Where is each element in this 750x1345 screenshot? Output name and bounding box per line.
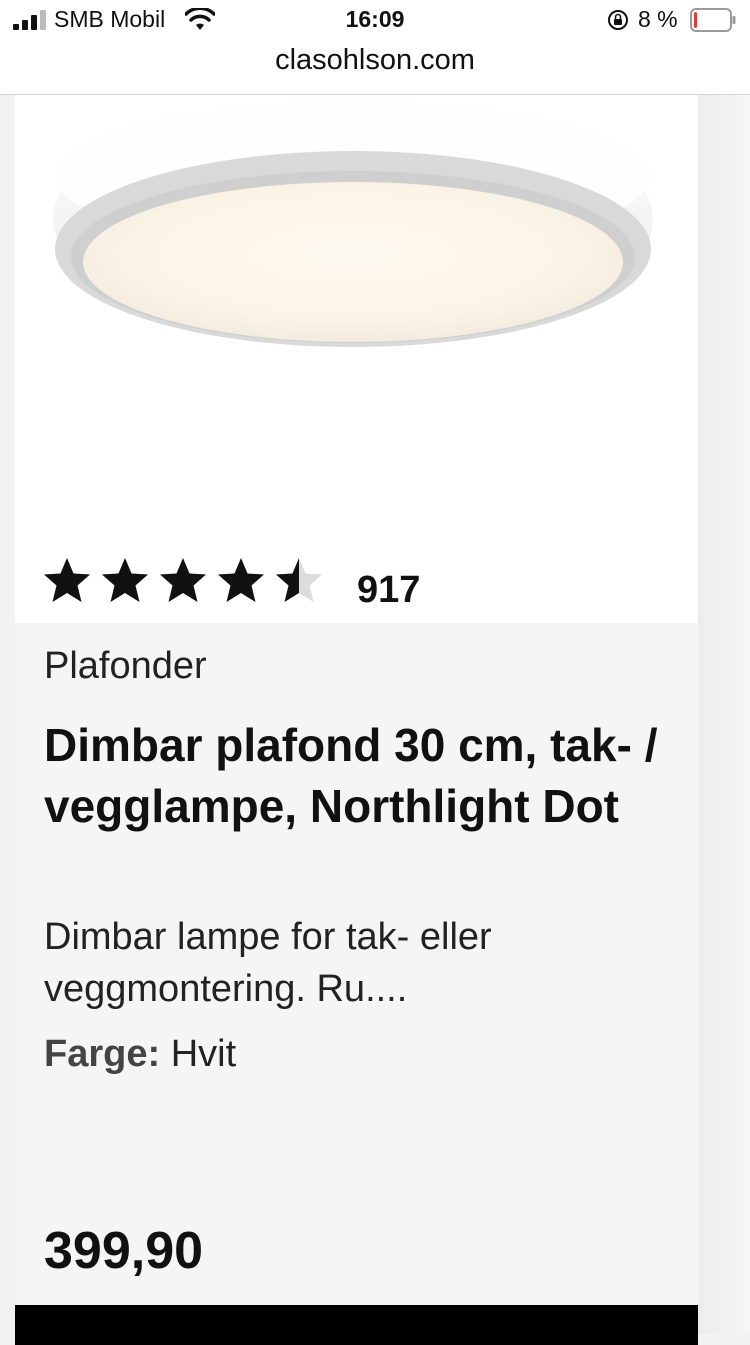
product-description: Dimbar lampe for tak- eller veggmonterin… bbox=[44, 916, 492, 1010]
review-count[interactable]: 917 bbox=[357, 569, 420, 612]
product-image-area[interactable]: 917 bbox=[15, 95, 698, 623]
product-card[interactable]: 917 Plafonder Dimbar plafond 30 cm, tak-… bbox=[15, 95, 698, 1345]
color-row: Farge: Hvit bbox=[44, 1033, 236, 1076]
color-value: Hvit bbox=[170, 1033, 237, 1075]
star-icon bbox=[276, 558, 322, 602]
battery-fill bbox=[694, 12, 697, 28]
orientation-lock-icon bbox=[608, 10, 628, 30]
color-label: Farge: bbox=[44, 1033, 161, 1075]
page-content: 917 Plafonder Dimbar plafond 30 cm, tak-… bbox=[0, 95, 750, 1345]
battery-icon bbox=[690, 8, 736, 32]
card-edge bbox=[698, 95, 750, 1334]
battery-percentage: 8 % bbox=[638, 6, 678, 32]
address-bar[interactable]: clasohlson.com bbox=[0, 42, 750, 95]
status-bar: SMB Mobil 16:09 8 % bbox=[0, 0, 750, 42]
product-category[interactable]: Plafonder bbox=[44, 645, 207, 688]
star-icon bbox=[102, 558, 148, 602]
url-text[interactable]: clasohlson.com bbox=[0, 42, 750, 78]
add-to-cart-bar[interactable] bbox=[15, 1305, 698, 1345]
star-icon bbox=[160, 558, 206, 602]
product-price: 399,90 bbox=[44, 1222, 204, 1280]
star-icon bbox=[218, 558, 264, 602]
product-title[interactable]: Dimbar plafond 30 cm, tak- / vegglampe, … bbox=[44, 715, 684, 837]
ceiling-lamp-image[interactable] bbox=[50, 99, 655, 351]
star-icon bbox=[44, 558, 90, 602]
